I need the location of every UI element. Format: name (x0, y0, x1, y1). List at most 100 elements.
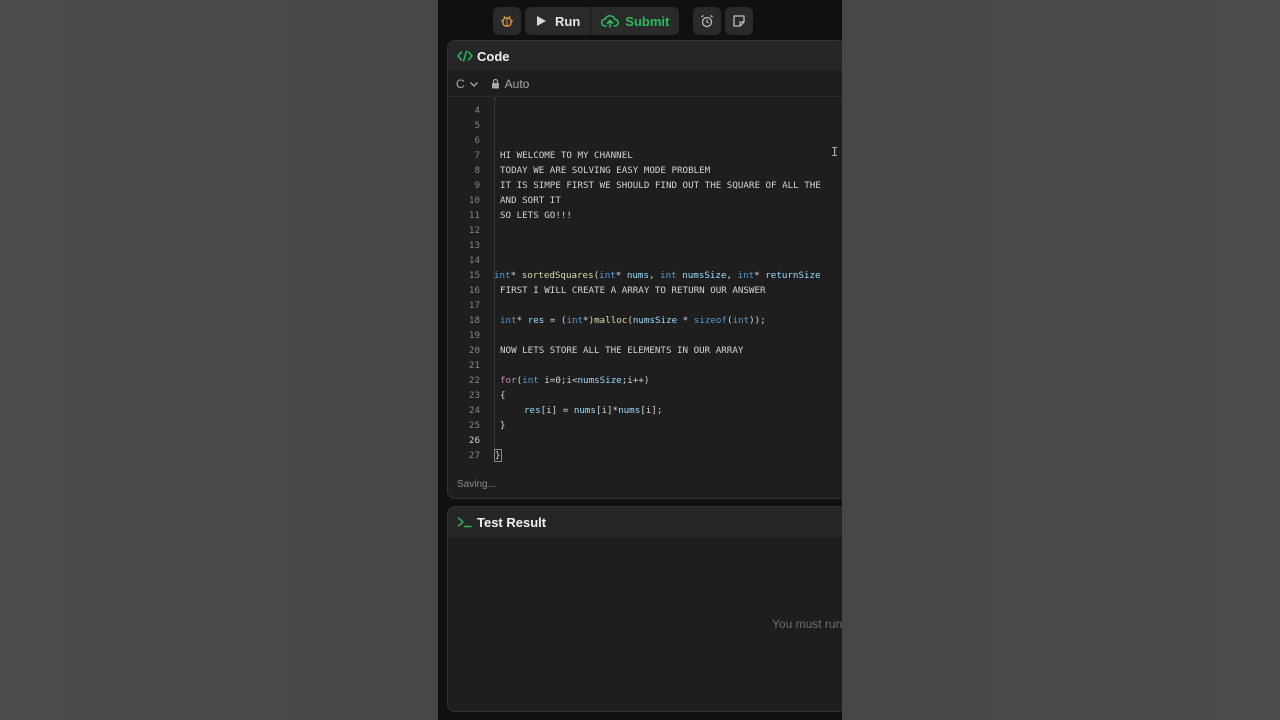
cloud-upload-icon (601, 15, 620, 28)
code-text: } (494, 449, 502, 462)
code-text: for(int i=0;i<numsSize;i++) (500, 375, 650, 386)
line-number: 13 (468, 240, 480, 251)
code-text: AND SORT IT (500, 195, 561, 206)
code-line: 17 (448, 298, 821, 313)
bug-icon (501, 15, 513, 27)
line-number: 17 (468, 300, 480, 311)
code-line: 21 (448, 358, 821, 373)
lock-icon (491, 78, 499, 89)
mode-label: Auto (504, 76, 530, 91)
code-editor[interactable]: / 4567HI WELCOME TO MY CHANNEL8TODAY WE … (448, 98, 842, 470)
line-number: 18 (468, 315, 480, 326)
code-text: res[i] = nums[i]*nums[i]; (524, 405, 663, 416)
code-text: TODAY WE ARE SOLVING EASY MODE PROBLEM (500, 165, 711, 176)
language-label: C (456, 76, 465, 91)
line-number: 14 (468, 255, 480, 266)
line-number: 23 (468, 390, 480, 401)
line-number: 6 (474, 135, 480, 146)
alarm-clock-icon (701, 14, 714, 28)
code-line: 18 int* res = (int*)malloc(numsSize * siz… (448, 313, 821, 328)
line-number: 9 (474, 180, 480, 191)
code-panel-header: Code (448, 41, 842, 71)
submit-label: Submit (625, 13, 670, 29)
line-number: 25 (468, 420, 480, 431)
code-line: 8 TODAY WE ARE SOLVING EASY MODE PROBLEM (448, 163, 821, 178)
code-line: 12 (448, 223, 821, 238)
language-selector[interactable]: C (456, 77, 479, 91)
code-line: 5 (448, 118, 821, 133)
run-button[interactable]: Run (525, 7, 590, 35)
line-number: 19 (468, 330, 480, 341)
test-result-message: You must run (772, 617, 842, 631)
line-number: 7 (474, 150, 480, 161)
run-label: Run (555, 13, 581, 29)
code-line: 23 { (448, 388, 821, 403)
app-viewport: Run Submit Code C Auto 4 5 6 7 HI WELCOM… (438, 0, 842, 720)
code-line: 22 for(int i=0;i<numsSize;i++) (448, 373, 821, 388)
test-result-header: Test Result (448, 507, 842, 537)
code-line: 6 (448, 133, 821, 148)
line-number: 26 (468, 435, 480, 446)
code-text: { (500, 390, 506, 401)
code-line: 7 HI WELCOME TO MY CHANNEL (448, 148, 821, 163)
line-number: 21 (468, 360, 480, 371)
chevron-down-icon (469, 81, 478, 87)
run-submit-group: Run Submit (525, 7, 680, 35)
code-text: HI WELCOME TO MY CHANNEL (500, 150, 633, 161)
code-line: 4 (448, 103, 821, 118)
code-line: 19 (448, 328, 821, 343)
note-icon (733, 15, 745, 27)
timer-button[interactable] (693, 7, 722, 35)
text-cursor-icon: I (831, 145, 839, 159)
editor-settings-bar: C Auto (448, 71, 842, 97)
code-line: 9 IT IS SIMPE FIRST WE SHOULD FIND OUT TH… (448, 178, 821, 193)
notes-button[interactable] (725, 7, 754, 35)
code-text: FIRST I WILL CREATE A ARRAY TO RETURN OU… (500, 285, 766, 296)
line-number: 15 (468, 270, 480, 281)
play-icon (537, 16, 546, 26)
code-line: 16 FIRST I WILL CREATE A ARRAY TO RETURN … (448, 283, 821, 298)
code-text: IT IS SIMPE FIRST WE SHOULD FIND OUT THE… (500, 180, 821, 191)
code-text: NOW LETS STORE ALL THE ELEMENTS IN OUR A… (500, 345, 744, 356)
code-line: 27} (448, 448, 821, 463)
line-number: 24 (468, 405, 480, 416)
line-number: 11 (468, 210, 480, 221)
code-line: 26 (448, 433, 821, 448)
terminal-icon (457, 517, 472, 528)
submit-button[interactable]: Submit (590, 7, 679, 35)
test-result-panel: Test Result You must run (447, 506, 842, 712)
autocomplete-mode[interactable]: Auto (491, 76, 530, 91)
code-line: 10 AND SORT IT (448, 193, 821, 208)
code-line: 11 SO LETS GO!!! (448, 208, 821, 223)
code-panel-title: Code (477, 48, 510, 64)
code-line: 24 res[i] = nums[i]*nums[i]; (448, 403, 821, 418)
line-number: 12 (468, 225, 480, 236)
line-number: 4 (474, 105, 480, 116)
line-number: 22 (468, 375, 480, 386)
blurred-background-left (0, 0, 438, 720)
code-line: 25} (448, 418, 821, 433)
line-number: 20 (468, 345, 480, 356)
test-result-title: Test Result (477, 514, 547, 530)
line-number: 5 (474, 120, 480, 131)
code-line: 13 (448, 238, 821, 253)
code-panel: Code C Auto / 4567HI WELCOME TO MY CHANN… (447, 40, 842, 499)
toolbar: Run Submit (493, 6, 754, 36)
line-number: 10 (468, 195, 480, 206)
code-text: int* sortedSquares(int* nums, int numsSi… (494, 270, 821, 281)
code-line: 15 int* sortedSquares(int* nums, int nums… (448, 268, 821, 283)
code-text: SO LETS GO!!! (500, 210, 572, 221)
code-brackets-icon (457, 50, 473, 62)
debug-button[interactable] (493, 7, 521, 35)
line-number: 8 (474, 165, 480, 176)
code-line: 20 NOW LETS STORE ALL THE ELEMENTS IN OUR… (448, 343, 821, 358)
